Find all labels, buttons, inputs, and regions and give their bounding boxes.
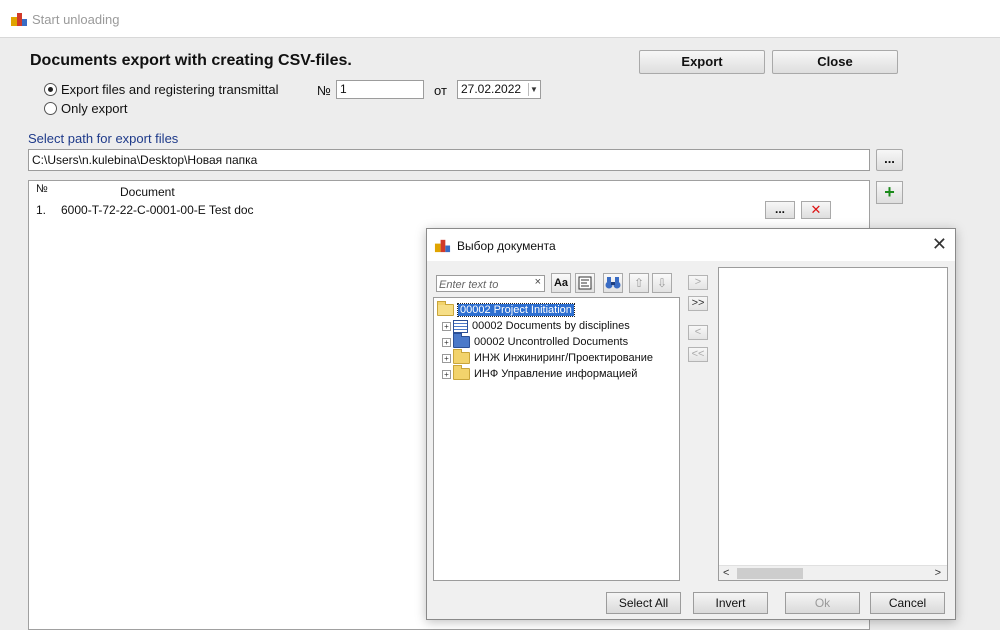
app-logo-icon bbox=[11, 13, 27, 26]
add-selected-button[interactable]: > bbox=[688, 275, 708, 290]
tree-item-documents-by-disciplines[interactable]: + 00002 Documents by disciplines bbox=[442, 318, 630, 334]
tree-item-project-initiation[interactable]: 00002 Project Initiation bbox=[437, 301, 575, 318]
date-value: 27.02.2022 bbox=[461, 82, 522, 96]
scroll-left-icon[interactable]: < bbox=[723, 566, 729, 581]
row-browse-button[interactable]: ... bbox=[765, 201, 795, 219]
select-all-button[interactable]: Select All bbox=[606, 592, 681, 614]
remove-all-button[interactable]: << bbox=[688, 347, 708, 362]
find-binoculars-icon[interactable] bbox=[603, 273, 623, 293]
invert-button[interactable]: Invert bbox=[693, 592, 768, 614]
folder-open-icon bbox=[437, 301, 454, 316]
app-logo-icon bbox=[434, 239, 451, 253]
tree-item-label: 00002 Documents by disciplines bbox=[472, 320, 630, 332]
browse-path-button[interactable]: ... bbox=[876, 149, 903, 171]
folder-icon bbox=[453, 349, 470, 364]
radio-export-register-label: Export files and registering transmittal bbox=[61, 82, 279, 97]
window-title: Start unloading bbox=[32, 12, 120, 27]
dialog-titlebar: Выбор документа ✕ bbox=[427, 229, 955, 261]
delete-icon[interactable]: ✕ bbox=[801, 201, 831, 219]
row-number: 1. bbox=[36, 203, 47, 217]
close-button[interactable]: Close bbox=[772, 50, 898, 74]
match-case-button[interactable]: Aa bbox=[551, 273, 571, 293]
expand-icon[interactable]: + bbox=[442, 337, 451, 347]
export-path-field[interactable]: C:\Users\n.kulebina\Desktop\Новая папка bbox=[28, 149, 870, 171]
search-field[interactable]: × bbox=[436, 275, 545, 293]
column-header-document: Document bbox=[120, 185, 175, 199]
path-label: Select path for export files bbox=[28, 131, 179, 146]
tree-item-engineering[interactable]: + ИНЖ Инжиниринг/Проектирование bbox=[442, 349, 653, 366]
select-document-dialog: Выбор документа ✕ × Aa ⇧ ⇩ 00002 Project… bbox=[426, 228, 956, 620]
export-button[interactable]: Export bbox=[639, 50, 765, 74]
tree-item-label: ИНЖ Инжиниринг/Проектирование bbox=[474, 352, 653, 364]
selected-documents-list[interactable]: < > bbox=[718, 267, 948, 581]
folder-icon bbox=[453, 365, 470, 380]
tree-item-uncontrolled-documents[interactable]: + 00002 Uncontrolled Documents bbox=[442, 333, 629, 350]
expand-icon[interactable]: + bbox=[442, 353, 451, 363]
document-tree[interactable]: 00002 Project Initiation + 00002 Documen… bbox=[433, 297, 680, 581]
ok-button[interactable]: Ok bbox=[785, 592, 860, 614]
scrollbar-thumb[interactable] bbox=[737, 568, 803, 579]
add-document-icon[interactable]: + bbox=[876, 181, 903, 204]
dialog-title: Выбор документа bbox=[457, 239, 556, 253]
radio-only-export[interactable]: Only export bbox=[44, 101, 127, 116]
expand-icon[interactable]: + bbox=[442, 321, 451, 331]
close-icon[interactable]: ✕ bbox=[932, 235, 947, 253]
radio-only-export-label: Only export bbox=[61, 101, 128, 116]
page-title: Documents export with creating CSV-files… bbox=[30, 52, 352, 69]
row-document: 6000-T-72-22-C-0001-00-E Test doc bbox=[61, 203, 254, 217]
date-picker[interactable]: 27.02.2022 ▼ bbox=[457, 80, 541, 99]
tree-item-label: 00002 Uncontrolled Documents bbox=[474, 336, 629, 348]
tree-item-label: 00002 Project Initiation bbox=[457, 303, 575, 317]
chevron-down-icon[interactable]: ▼ bbox=[528, 83, 539, 96]
text-align-icon[interactable] bbox=[575, 273, 595, 293]
list-item[interactable]: 1. 6000-T-72-22-C-0001-00-E Test doc ...… bbox=[29, 201, 869, 221]
tree-item-label: ИНФ Управление информацией bbox=[474, 368, 638, 380]
date-label: от bbox=[434, 83, 447, 98]
folder-blue-icon bbox=[453, 333, 470, 348]
number-label: № bbox=[317, 83, 331, 98]
radio-unchecked-icon[interactable] bbox=[44, 102, 57, 115]
cancel-button[interactable]: Cancel bbox=[870, 592, 945, 614]
remove-selected-button[interactable]: < bbox=[688, 325, 708, 340]
add-all-button[interactable]: >> bbox=[688, 296, 708, 311]
scroll-right-icon[interactable]: > bbox=[935, 566, 941, 581]
expand-icon[interactable]: + bbox=[442, 369, 451, 379]
radio-checked-icon[interactable] bbox=[44, 83, 57, 96]
tree-item-information-management[interactable]: + ИНФ Управление информацией bbox=[442, 365, 638, 382]
radio-export-register[interactable]: Export files and registering transmittal bbox=[44, 82, 278, 97]
move-down-icon[interactable]: ⇩ bbox=[652, 273, 672, 293]
search-input[interactable] bbox=[437, 277, 527, 293]
number-field[interactable]: 1 bbox=[336, 80, 424, 99]
main-titlebar: Start unloading bbox=[0, 0, 1000, 38]
horizontal-scrollbar[interactable]: < > bbox=[719, 565, 947, 580]
clear-search-icon[interactable]: × bbox=[535, 276, 541, 288]
column-header-number: № bbox=[36, 183, 48, 195]
move-up-icon[interactable]: ⇧ bbox=[629, 273, 649, 293]
document-list-icon bbox=[453, 319, 468, 333]
